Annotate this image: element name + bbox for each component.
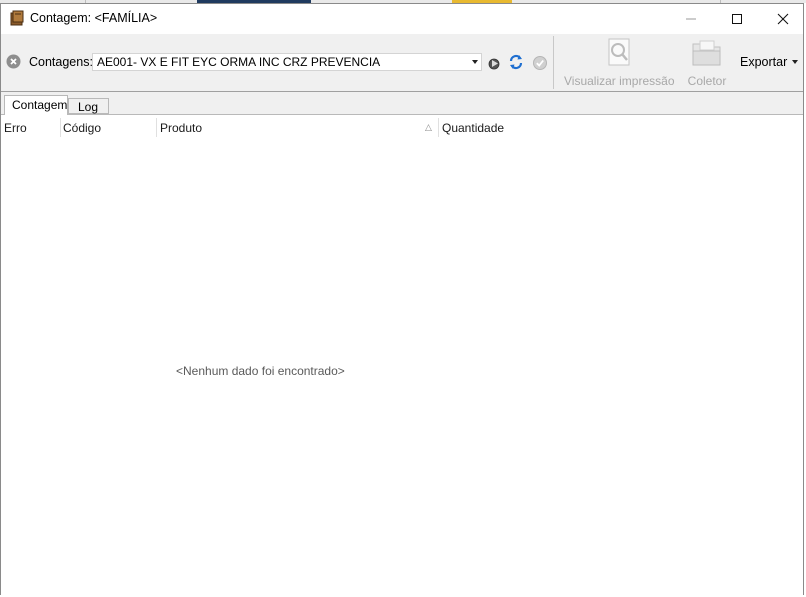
maximize-icon xyxy=(732,13,742,24)
tab-log[interactable]: Log xyxy=(68,98,109,114)
check-icon[interactable] xyxy=(532,55,548,71)
folder-icon xyxy=(692,40,721,66)
column-header-erro[interactable]: Erro xyxy=(4,121,27,135)
empty-grid-message: <Nenhum dado foi encontrado> xyxy=(176,364,345,378)
maximize-button[interactable] xyxy=(714,4,760,33)
contagem-window: Contagem: <FAMÍLIA> Contagens: AE001- VX… xyxy=(0,3,804,595)
export-dropdown-button[interactable]: Exportar xyxy=(740,55,799,69)
print-preview-button[interactable]: Visualizar impressão xyxy=(564,38,675,88)
box-icon xyxy=(10,10,24,26)
column-header-codigo[interactable]: Código xyxy=(63,121,101,135)
toolbar: Contagens: AE001- VX E FIT EYC ORMA INC … xyxy=(1,34,803,92)
contagens-dropdown[interactable]: AE001- VX E FIT EYC ORMA INC CRZ PREVENC… xyxy=(92,53,482,71)
chevron-down-icon xyxy=(792,60,799,64)
magnifier-icon xyxy=(608,38,630,66)
close-icon xyxy=(777,13,789,24)
column-divider[interactable] xyxy=(60,118,61,137)
tab-strip: Contagem Log xyxy=(1,92,803,115)
minimize-icon xyxy=(686,18,696,19)
title-bar[interactable]: Contagem: <FAMÍLIA> xyxy=(1,4,803,33)
tab-label: Contagem xyxy=(12,98,68,112)
print-preview-label: Visualizar impressão xyxy=(564,74,675,88)
play-icon[interactable] xyxy=(486,55,502,71)
clear-icon[interactable] xyxy=(6,54,21,69)
tab-contagem[interactable]: Contagem xyxy=(4,95,68,115)
tab-label: Log xyxy=(78,100,99,114)
chevron-down-icon xyxy=(472,60,478,64)
close-button[interactable] xyxy=(760,4,806,33)
contagens-selected-value: AE001- VX E FIT EYC ORMA INC CRZ PREVENC… xyxy=(97,55,381,69)
contagens-label: Contagens: xyxy=(29,55,93,69)
sort-ascending-icon: △ xyxy=(425,122,432,132)
column-header-produto[interactable]: Produto xyxy=(160,121,202,135)
collector-button[interactable]: Coletor xyxy=(684,38,730,88)
column-divider[interactable] xyxy=(438,118,439,137)
column-divider[interactable] xyxy=(156,118,157,137)
toolbar-divider xyxy=(553,36,554,89)
export-label: Exportar xyxy=(740,55,788,69)
window-title: Contagem: <FAMÍLIA> xyxy=(30,11,158,25)
minimize-button[interactable] xyxy=(668,4,714,33)
column-header-quantidade[interactable]: Quantidade xyxy=(442,121,504,135)
collector-label: Coletor xyxy=(687,74,727,88)
data-grid[interactable]: Erro Código Produto △ Quantidade <Nenhum… xyxy=(1,115,803,595)
refresh-icon[interactable] xyxy=(508,54,524,70)
grid-header: Erro Código Produto △ Quantidade xyxy=(1,115,803,139)
